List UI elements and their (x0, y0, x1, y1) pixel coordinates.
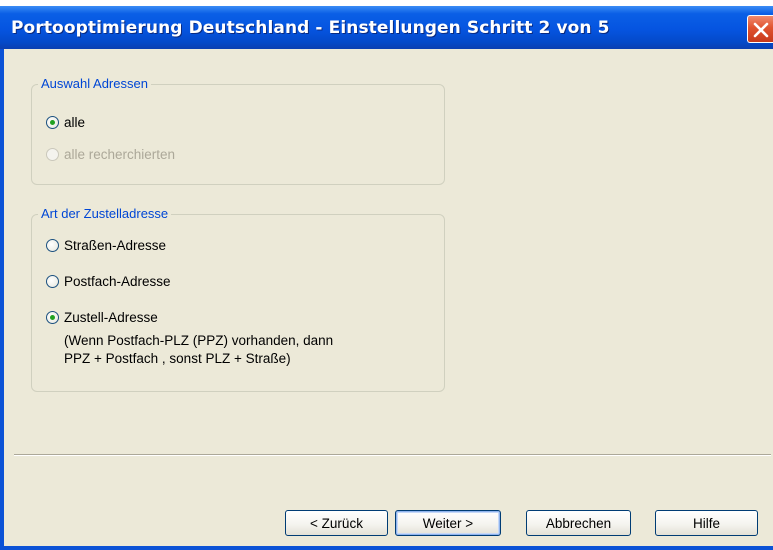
group-auswahl-adressen: Auswahl Adressen alle alle recherchierte… (31, 76, 445, 185)
help-button[interactable]: Hilfe (655, 510, 758, 536)
radio-postfach-adresse-label: Postfach-Adresse (64, 274, 171, 289)
dialog-client-area: Auswahl Adressen alle alle recherchierte… (4, 49, 773, 546)
hint-line-2: PPZ + Postfach , sonst PLZ + Straße) (64, 351, 291, 366)
radio-zustell-adresse-circle[interactable] (46, 311, 59, 324)
group-art-der-zustelladresse: Art der Zustelladresse Straßen-Adresse P… (31, 206, 445, 392)
close-icon (753, 22, 769, 38)
radio-alle-circle[interactable] (46, 116, 59, 129)
radio-strassen-adresse-label: Straßen-Adresse (64, 238, 167, 253)
radio-alle[interactable]: alle (46, 115, 85, 130)
dialog-window: Portooptimierung Deutschland - Einstellu… (0, 6, 773, 550)
radio-alle-recherchierten-label: alle recherchierten (64, 147, 176, 162)
zustell-adresse-hint: (Wenn Postfach-PLZ (PPZ) vorhanden, dann… (64, 332, 333, 368)
radio-strassen-adresse[interactable]: Straßen-Adresse (46, 238, 166, 253)
radio-alle-recherchierten: alle recherchierten (46, 147, 175, 162)
hint-line-1: (Wenn Postfach-PLZ (PPZ) vorhanden, dann (64, 333, 334, 348)
button-separator (14, 454, 771, 456)
radio-alle-recherchierten-circle (46, 148, 59, 161)
cancel-button[interactable]: Abbrechen (526, 510, 631, 536)
radio-strassen-adresse-circle[interactable] (46, 239, 59, 252)
close-button[interactable] (747, 15, 773, 43)
radio-zustell-adresse[interactable]: Zustell-Adresse (46, 310, 158, 325)
group-auswahl-adressen-legend: Auswahl Adressen (38, 76, 151, 92)
radio-zustell-adresse-label: Zustell-Adresse (64, 310, 158, 325)
title-bar[interactable]: Portooptimierung Deutschland - Einstellu… (0, 6, 773, 49)
group-art-der-zustelladresse-legend: Art der Zustelladresse (38, 206, 172, 222)
next-button[interactable]: Weiter > (395, 510, 501, 536)
window-title: Portooptimierung Deutschland - Einstellu… (11, 18, 610, 38)
back-button[interactable]: < Zurück (285, 510, 388, 536)
radio-postfach-adresse[interactable]: Postfach-Adresse (46, 274, 171, 289)
radio-alle-label: alle (64, 115, 86, 130)
radio-postfach-adresse-circle[interactable] (46, 275, 59, 288)
